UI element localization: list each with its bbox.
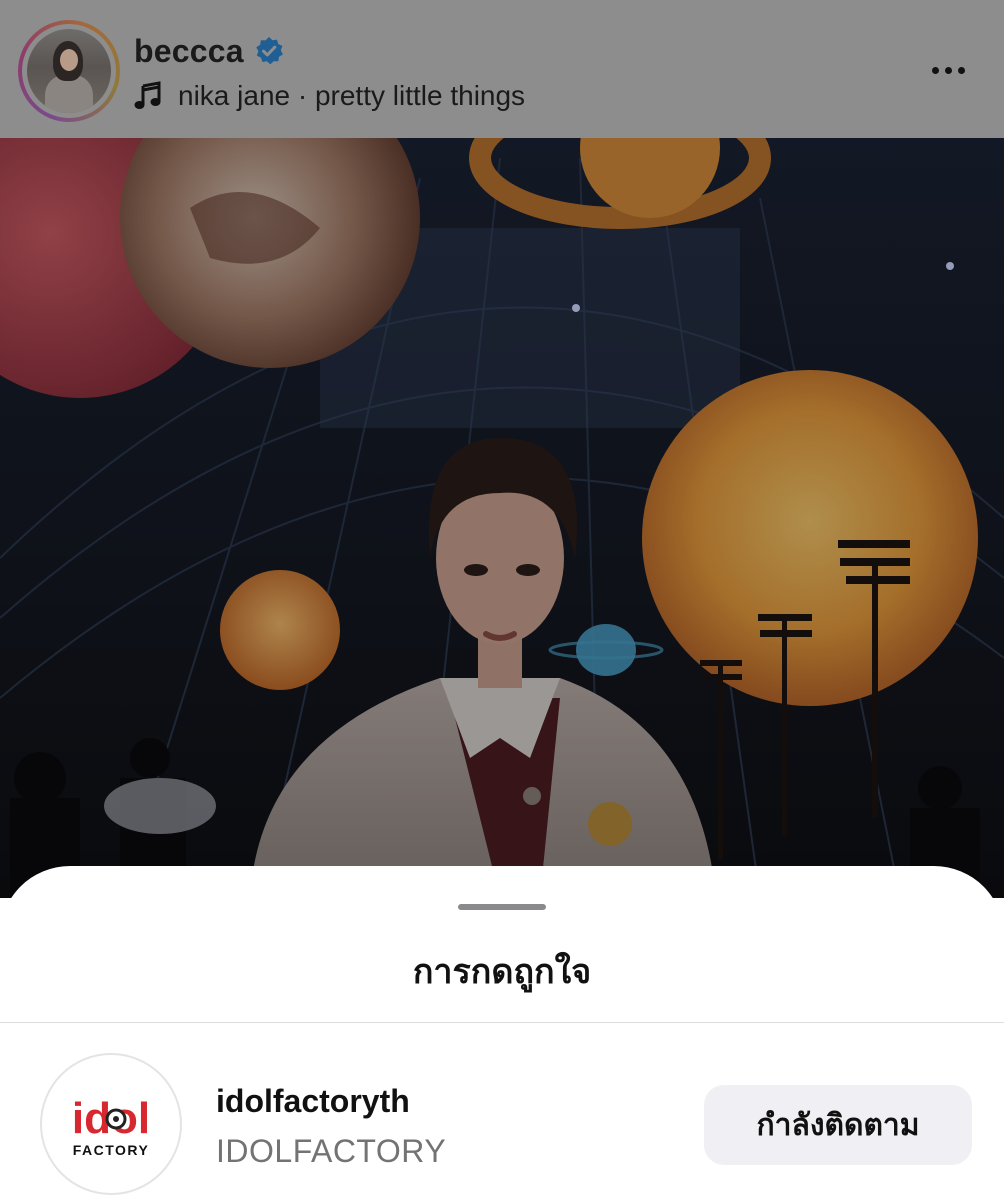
liker-fullname: IDOLFACTORY xyxy=(216,1133,447,1169)
sheet-title: การกดถูกใจ xyxy=(412,953,592,991)
more-horizontal-icon xyxy=(931,66,939,74)
idolfactory-logo: idol FACTORY xyxy=(72,1094,150,1158)
post-header: beccca nika jane · pretty little things xyxy=(0,0,1004,138)
username-row: beccca xyxy=(134,30,284,72)
liker-avatar[interactable]: idol FACTORY xyxy=(40,1053,182,1195)
music-label: nika jane · pretty little things xyxy=(178,80,526,111)
liker-username[interactable]: idolfactoryth xyxy=(216,1083,410,1120)
likes-sheet: การกดถูกใจ idol FACTORY idolfactoryth ID… xyxy=(0,866,1004,1200)
post-image[interactable] xyxy=(0,138,1004,898)
post-username[interactable]: beccca xyxy=(134,33,244,70)
list-item[interactable]: idol FACTORY idolfactoryth IDOLFACTORY ก… xyxy=(0,1023,1004,1200)
logo-subtext: FACTORY xyxy=(73,1142,150,1158)
screen: beccca nika jane · pretty little things xyxy=(0,0,1004,1200)
music-row[interactable]: nika jane · pretty little things xyxy=(134,76,525,116)
profile-avatar[interactable] xyxy=(18,20,120,122)
music-note-icon xyxy=(134,81,161,109)
following-button[interactable]: กำลังติดตาม xyxy=(704,1085,972,1165)
avatar-photo xyxy=(27,29,111,113)
post-photo xyxy=(0,138,1004,898)
sheet-grabber[interactable] xyxy=(458,904,546,910)
verified-badge-icon xyxy=(256,37,283,65)
more-options-button[interactable] xyxy=(920,50,976,90)
